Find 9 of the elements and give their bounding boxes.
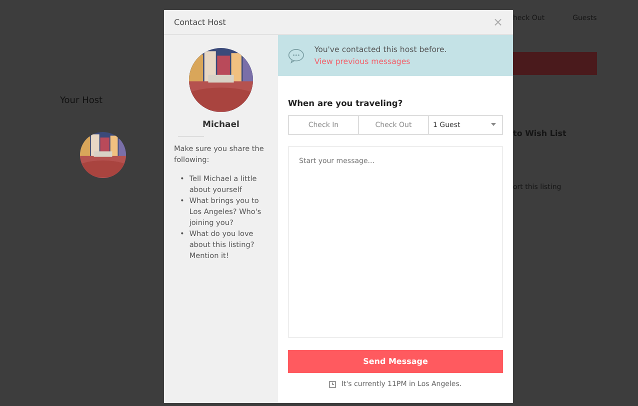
caret-icon bbox=[491, 123, 496, 127]
clock-icon bbox=[329, 380, 336, 388]
dialog-title: Contact Host bbox=[174, 18, 226, 26]
send-button[interactable]: Send Message bbox=[288, 350, 503, 373]
host-name: Michael bbox=[202, 120, 240, 130]
question-heading: When are you traveling? bbox=[288, 98, 404, 108]
close-button[interactable]: × bbox=[492, 15, 503, 29]
book-button[interactable] bbox=[513, 52, 597, 75]
chat-bubble-icon bbox=[288, 46, 304, 64]
